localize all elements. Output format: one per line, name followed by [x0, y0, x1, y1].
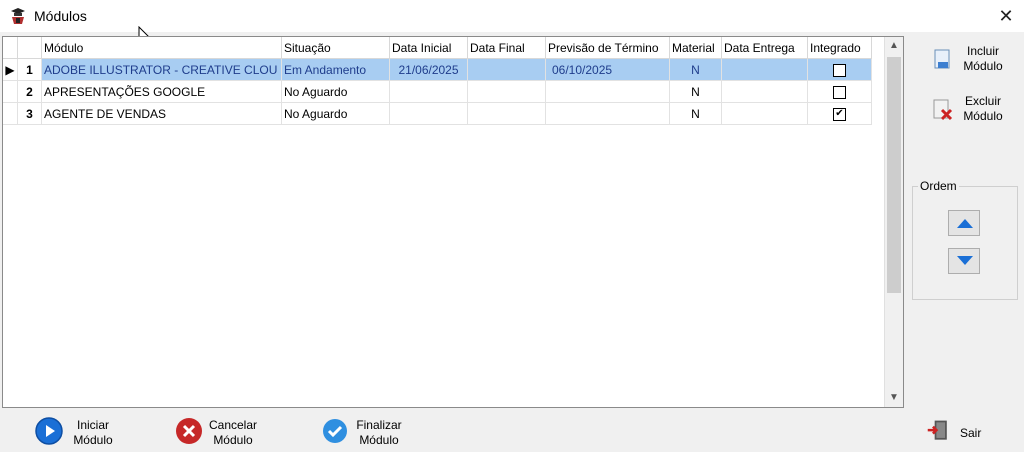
check-icon: [323, 419, 347, 443]
column-header[interactable]: Previsão de Término: [545, 37, 670, 59]
cell-material[interactable]: N: [669, 102, 722, 125]
window-title: Módulos: [34, 8, 87, 24]
integrado-checkbox[interactable]: ✔: [833, 107, 846, 121]
cancelar-modulo-button[interactable]: Cancelar Módulo: [174, 414, 270, 450]
column-header[interactable]: Módulo: [41, 37, 282, 59]
table-header: Módulo Situação Data Inicial Data Final …: [3, 37, 872, 59]
cell-data-entrega[interactable]: [721, 80, 808, 103]
arrow-up-icon: [957, 219, 973, 228]
row-indicator-header: [3, 37, 18, 59]
ordem-group: [912, 186, 1018, 300]
cell-data-inicial[interactable]: [389, 102, 468, 125]
cell-previsao[interactable]: [545, 80, 670, 103]
ordem-label: Ordem: [918, 179, 959, 193]
move-down-button[interactable]: [948, 248, 980, 274]
row-indicator: [3, 80, 18, 103]
sair-button[interactable]: Sair: [926, 414, 996, 450]
row-number: 2: [17, 80, 42, 103]
table-row[interactable]: 3 AGENTE DE VENDAS No Aguardo N ✔: [3, 102, 872, 125]
scroll-thumb[interactable]: [887, 57, 901, 293]
modules-table: Módulo Situação Data Inicial Data Final …: [3, 37, 872, 125]
cell-integrado[interactable]: ✔: [807, 102, 872, 125]
row-number: 3: [17, 102, 42, 125]
cancelar-label: Cancelar Módulo: [208, 418, 258, 447]
exit-door-icon: [927, 420, 947, 440]
cell-integrado[interactable]: [807, 58, 872, 81]
delete-document-icon: [933, 99, 953, 121]
cell-data-final[interactable]: [467, 80, 546, 103]
app-icon: [11, 8, 25, 24]
excluir-label: Excluir Módulo: [963, 94, 1003, 123]
cell-modulo[interactable]: ADOBE ILLUSTRATOR - CREATIVE CLOU: [41, 58, 282, 81]
cell-data-entrega[interactable]: [721, 102, 808, 125]
iniciar-label: Iniciar Módulo: [73, 418, 113, 447]
cell-material[interactable]: N: [669, 58, 722, 81]
cell-previsao[interactable]: [545, 102, 670, 125]
close-button[interactable]: ✕: [994, 4, 1018, 28]
play-icon: [35, 417, 63, 445]
cell-data-final[interactable]: [467, 102, 546, 125]
cell-modulo[interactable]: APRESENTAÇÕES GOOGLE: [41, 80, 282, 103]
integrado-checkbox[interactable]: [833, 63, 846, 77]
cell-situacao[interactable]: Em Andamento: [281, 58, 390, 81]
scroll-up-icon[interactable]: ▲: [885, 37, 903, 55]
iniciar-modulo-button[interactable]: Iniciar Módulo: [34, 414, 124, 450]
incluir-modulo-button[interactable]: Incluir Módulo: [928, 42, 1008, 82]
add-document-icon: [934, 49, 950, 69]
column-header[interactable]: Data Final: [467, 37, 546, 59]
cancel-icon: [176, 418, 202, 444]
column-header[interactable]: Integrado: [807, 37, 872, 59]
close-icon: ✕: [998, 6, 1014, 26]
row-number: 1: [17, 58, 42, 81]
column-header[interactable]: Data Inicial: [389, 37, 468, 59]
move-up-button[interactable]: [948, 210, 980, 236]
cell-data-inicial[interactable]: [389, 80, 468, 103]
cell-situacao[interactable]: No Aguardo: [281, 102, 390, 125]
cell-situacao[interactable]: No Aguardo: [281, 80, 390, 103]
column-header[interactable]: Material: [669, 37, 722, 59]
column-header[interactable]: Data Entrega: [721, 37, 808, 59]
cell-modulo[interactable]: AGENTE DE VENDAS: [41, 102, 282, 125]
current-row-indicator-icon: ▶: [3, 58, 18, 81]
excluir-modulo-button[interactable]: Excluir Módulo: [928, 92, 1008, 132]
cell-data-final[interactable]: [467, 58, 546, 81]
row-indicator: [3, 102, 18, 125]
integrado-checkbox[interactable]: [833, 85, 846, 99]
vertical-scrollbar[interactable]: ▲ ▼: [884, 37, 903, 407]
sair-label: Sair: [960, 426, 982, 440]
cell-integrado[interactable]: [807, 80, 872, 103]
incluir-label: Incluir Módulo: [963, 44, 1003, 73]
column-header[interactable]: Situação: [281, 37, 390, 59]
modules-grid[interactable]: Módulo Situação Data Inicial Data Final …: [2, 36, 904, 408]
cell-material[interactable]: N: [669, 80, 722, 103]
cell-data-inicial[interactable]: 21/06/2025: [389, 58, 468, 81]
finalizar-modulo-button[interactable]: Finalizar Módulo: [320, 414, 416, 450]
finalizar-label: Finalizar Módulo: [356, 418, 402, 447]
table-row[interactable]: 2 APRESENTAÇÕES GOOGLE No Aguardo N: [3, 80, 872, 103]
cell-data-entrega[interactable]: [721, 58, 808, 81]
number-header: [17, 37, 42, 59]
scroll-down-icon[interactable]: ▼: [885, 389, 903, 407]
arrow-down-icon: [957, 256, 973, 265]
cell-previsao[interactable]: 06/10/2025: [545, 58, 670, 81]
table-row[interactable]: ▶ 1 ADOBE ILLUSTRATOR - CREATIVE CLOU Em…: [3, 58, 872, 81]
